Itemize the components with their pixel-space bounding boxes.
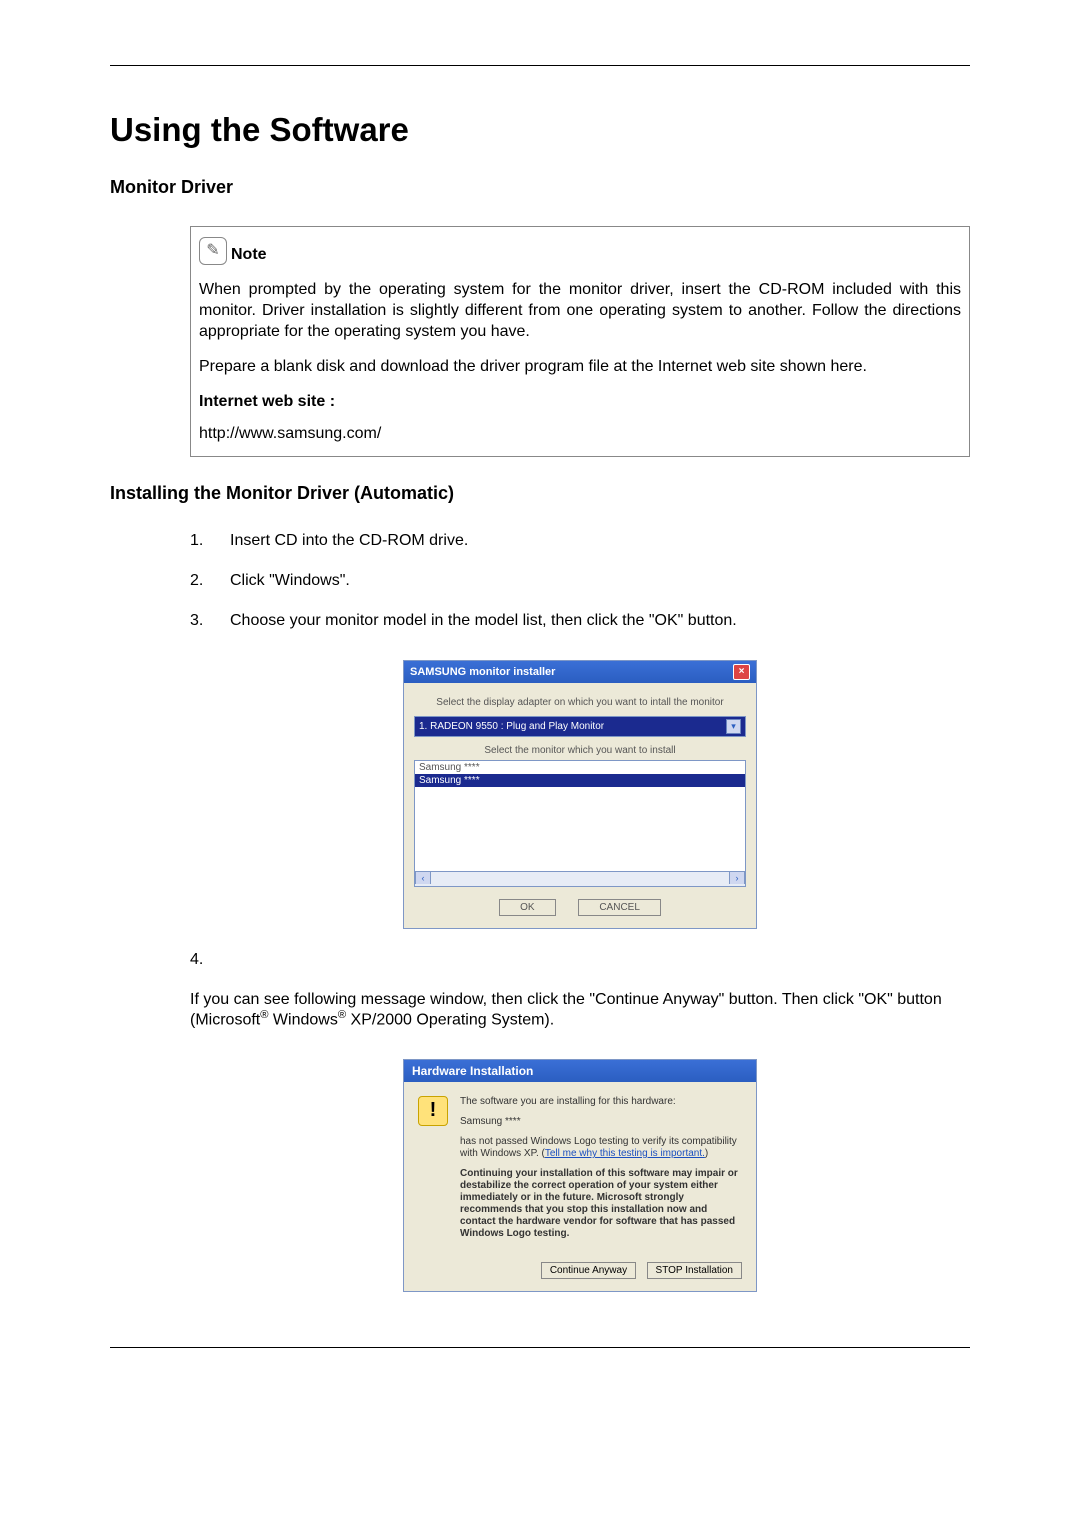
step-1-text: Insert CD into the CD-ROM drive. <box>230 532 468 550</box>
bottom-rule <box>110 1347 970 1348</box>
note-box: ✎ Note When prompted by the operating sy… <box>190 226 970 457</box>
scroll-left-icon[interactable]: ‹ <box>415 872 431 884</box>
step-1-number: 1. <box>190 532 208 550</box>
step-3-number: 3. <box>190 612 208 630</box>
hw-testing-link[interactable]: Tell me why this testing is important. <box>545 1148 705 1159</box>
scroll-right-icon[interactable]: › <box>729 872 745 884</box>
hw-warning-bold: Continuing your installation of this sof… <box>460 1168 742 1240</box>
note-paragraph-1: When prompted by the operating system fo… <box>199 279 961 342</box>
list-item[interactable]: Samsung **** <box>415 761 745 774</box>
step-2-text: Click "Windows". <box>230 572 350 590</box>
installer-instruction-2: Select the monitor which you want to ins… <box>414 745 746 756</box>
note-internet-label: Internet web site : <box>199 391 961 412</box>
step-2-number: 2. <box>190 572 208 590</box>
installer-instruction-1: Select the display adapter on which you … <box>414 697 746 708</box>
note-icon: ✎ <box>199 237 227 265</box>
section-monitor-driver: Monitor Driver <box>110 177 970 198</box>
cancel-button[interactable]: CANCEL <box>578 899 661 916</box>
note-label: Note <box>231 244 267 265</box>
installer-titlebar: SAMSUNG monitor installer × <box>404 661 756 683</box>
ok-button[interactable]: OK <box>499 899 555 916</box>
hw-line-1: The software you are installing for this… <box>460 1096 742 1108</box>
close-icon[interactable]: × <box>733 664 750 680</box>
step-3-text: Choose your monitor model in the model l… <box>230 612 737 630</box>
adapter-selected: 1. RADEON 9550 : Plug and Play Monitor <box>419 721 604 732</box>
hw-line-2: Samsung **** <box>460 1116 742 1128</box>
step-4-text: If you can see following message window,… <box>190 991 970 1029</box>
hardware-installation-dialog: Hardware Installation ! The software you… <box>403 1059 757 1292</box>
horizontal-scrollbar[interactable]: ‹ › <box>414 872 746 887</box>
section-install-auto: Installing the Monitor Driver (Automatic… <box>110 483 970 504</box>
hw-line-3: has not passed Windows Logo testing to v… <box>460 1136 742 1160</box>
adapter-dropdown[interactable]: 1. RADEON 9550 : Plug and Play Monitor ▾ <box>414 716 746 737</box>
chevron-down-icon[interactable]: ▾ <box>726 719 741 734</box>
step-4-number: 4. <box>190 951 208 969</box>
page-title: Using the Software <box>110 111 970 149</box>
note-url: http://www.samsung.com/ <box>199 423 961 444</box>
installer-title-text: SAMSUNG monitor installer <box>410 666 555 678</box>
hw-titlebar: Hardware Installation <box>404 1060 756 1082</box>
monitor-list[interactable]: Samsung **** Samsung **** <box>414 760 746 872</box>
list-item-selected[interactable]: Samsung **** <box>415 774 745 787</box>
stop-installation-button[interactable]: STOP Installation <box>647 1262 742 1279</box>
top-rule <box>110 65 970 66</box>
continue-anyway-button[interactable]: Continue Anyway <box>541 1262 636 1279</box>
steps-list: 1. Insert CD into the CD-ROM drive. 2. C… <box>190 532 970 1292</box>
installer-dialog: SAMSUNG monitor installer × Select the d… <box>403 660 757 929</box>
note-paragraph-2: Prepare a blank disk and download the dr… <box>199 356 961 377</box>
warning-icon: ! <box>418 1096 448 1126</box>
